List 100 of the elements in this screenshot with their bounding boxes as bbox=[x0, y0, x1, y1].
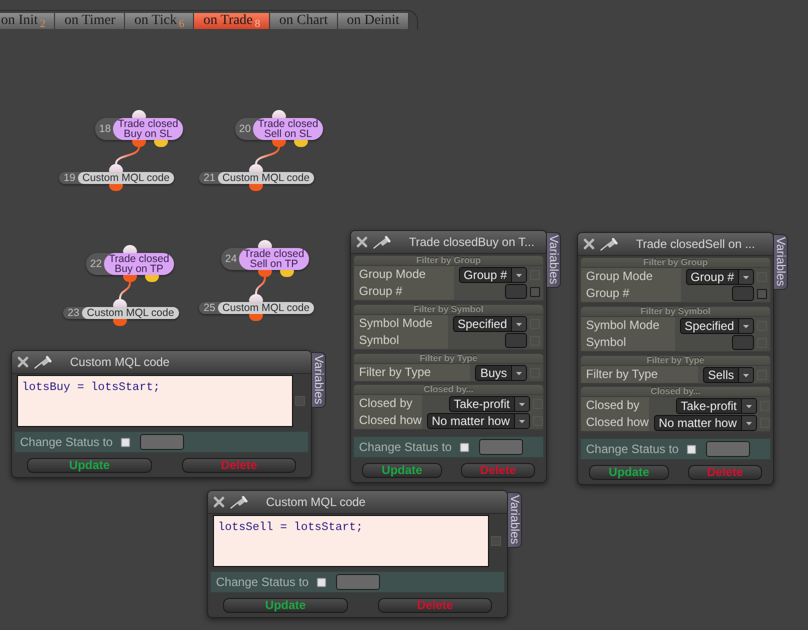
close-icon[interactable] bbox=[213, 496, 225, 508]
field-label: Closed how bbox=[581, 414, 649, 431]
field-label: Symbol bbox=[354, 332, 448, 349]
status-input[interactable] bbox=[478, 439, 523, 455]
checkbox[interactable] bbox=[530, 286, 540, 296]
input-port-icon[interactable] bbox=[132, 110, 146, 118]
node-number: 20 bbox=[238, 122, 252, 137]
input-field[interactable] bbox=[505, 333, 527, 348]
pin-icon[interactable] bbox=[373, 235, 392, 249]
tab-count: 6 bbox=[178, 19, 184, 29]
caret-icon bbox=[738, 270, 753, 284]
output-port-icon[interactable] bbox=[258, 270, 272, 277]
variables-tab[interactable]: Variables bbox=[774, 234, 788, 290]
field-label: Symbol Mode bbox=[354, 315, 448, 332]
pin-icon[interactable] bbox=[34, 355, 53, 369]
action-node[interactable]: 21 Custom MQL code bbox=[199, 172, 314, 184]
dropdown[interactable]: Sells bbox=[702, 366, 754, 382]
output-port-icon[interactable] bbox=[272, 140, 286, 147]
dropdown[interactable]: Specified bbox=[680, 318, 754, 334]
action-node[interactable]: 23 Custom MQL code bbox=[63, 307, 179, 319]
tab-count: 8 bbox=[254, 19, 260, 29]
caret-icon bbox=[511, 316, 526, 330]
field-label: Group Mode bbox=[581, 268, 681, 285]
status-input[interactable] bbox=[140, 434, 184, 450]
node-number: 22 bbox=[89, 257, 103, 272]
node-title: Trade closed Buy on SL bbox=[113, 118, 183, 140]
update-button[interactable]: Update bbox=[362, 463, 442, 478]
checkbox[interactable] bbox=[686, 444, 696, 454]
status-label: Change Status to bbox=[216, 575, 309, 589]
node-number: 19 bbox=[62, 172, 76, 184]
update-button[interactable]: Update bbox=[223, 598, 348, 613]
field-label: Filter by Type bbox=[581, 366, 698, 383]
status-input[interactable] bbox=[706, 441, 750, 457]
field-label: Group # bbox=[354, 283, 454, 300]
input-field[interactable] bbox=[505, 284, 527, 299]
dropdown[interactable]: No matter how bbox=[654, 414, 757, 430]
variables-tab[interactable]: Variables bbox=[312, 352, 326, 408]
output-port-icon[interactable] bbox=[113, 319, 127, 326]
node-number: 24 bbox=[224, 252, 238, 267]
field-label: Symbol Mode bbox=[581, 317, 675, 334]
section-heading: Filter by Group bbox=[581, 258, 770, 268]
input-port-icon[interactable] bbox=[123, 245, 137, 253]
status-label: Change Status to bbox=[586, 442, 679, 456]
field-label: Closed by bbox=[581, 397, 649, 414]
input-port-icon[interactable] bbox=[249, 294, 263, 302]
field-label: Symbol bbox=[581, 334, 675, 351]
dropdown[interactable]: Take-profit bbox=[676, 398, 757, 414]
dropdown[interactable]: Specified bbox=[452, 316, 527, 332]
event-tab[interactable]: on Deinit bbox=[338, 13, 410, 29]
output-port-icon[interactable] bbox=[154, 140, 168, 147]
tab-count: 2 bbox=[40, 19, 46, 29]
close-icon[interactable] bbox=[356, 236, 368, 248]
dropdown[interactable]: Buys bbox=[475, 364, 527, 380]
event-tab[interactable]: on Timer bbox=[55, 13, 126, 29]
update-button[interactable]: Update bbox=[27, 458, 152, 473]
section-heading: Filter by Type bbox=[581, 356, 770, 366]
input-field[interactable] bbox=[732, 286, 754, 301]
output-port-icon[interactable] bbox=[109, 184, 123, 191]
variables-tab[interactable]: Variables bbox=[547, 232, 561, 288]
action-node[interactable]: 19 Custom MQL code bbox=[59, 172, 174, 184]
input-port-icon[interactable] bbox=[258, 240, 272, 248]
dropdown[interactable]: No matter how bbox=[426, 412, 530, 428]
event-tab[interactable]: on Chart bbox=[270, 13, 338, 29]
close-icon[interactable] bbox=[583, 238, 595, 250]
variables-tab[interactable]: Variables bbox=[508, 492, 522, 548]
close-icon[interactable] bbox=[17, 356, 29, 368]
connector-wire bbox=[255, 146, 280, 164]
field-label: Group Mode bbox=[354, 266, 454, 283]
output-port-icon[interactable] bbox=[123, 275, 137, 282]
node-title: Trade closed Sell on TP bbox=[239, 248, 309, 270]
dropdown[interactable]: Group # bbox=[686, 268, 754, 284]
field-label: Closed how bbox=[354, 412, 422, 429]
checkbox[interactable] bbox=[460, 442, 469, 452]
output-port-icon[interactable] bbox=[145, 275, 159, 282]
input-port-icon[interactable] bbox=[272, 110, 286, 118]
input-port-icon[interactable] bbox=[109, 164, 123, 172]
output-port-icon[interactable] bbox=[249, 184, 263, 191]
status-input[interactable] bbox=[336, 574, 380, 590]
connector-wire bbox=[255, 276, 266, 294]
output-port-icon[interactable] bbox=[132, 140, 146, 147]
connector-wire bbox=[119, 282, 131, 300]
code-editor[interactable]: lotsSell = lotsStart; bbox=[213, 515, 489, 567]
code-editor[interactable]: lotsBuy = lotsStart; bbox=[17, 375, 293, 427]
caret-icon bbox=[514, 414, 529, 428]
pin-icon[interactable] bbox=[230, 495, 249, 509]
dropdown[interactable]: Take-profit bbox=[448, 396, 530, 412]
connector-wire bbox=[115, 146, 140, 164]
action-node[interactable]: 25 Custom MQL code bbox=[199, 302, 314, 314]
output-port-icon[interactable] bbox=[280, 270, 294, 277]
input-field[interactable] bbox=[732, 335, 754, 350]
checkbox[interactable] bbox=[757, 288, 767, 298]
output-port-icon[interactable] bbox=[249, 314, 263, 321]
checkbox[interactable] bbox=[120, 438, 130, 446]
input-port-icon[interactable] bbox=[113, 299, 127, 307]
pin-icon[interactable] bbox=[600, 237, 619, 251]
output-port-icon[interactable] bbox=[294, 140, 308, 147]
input-port-icon[interactable] bbox=[249, 164, 263, 172]
section-heading: Filter by Symbol bbox=[581, 307, 770, 317]
checkbox[interactable] bbox=[316, 578, 326, 586]
dropdown[interactable]: Group # bbox=[458, 266, 527, 282]
